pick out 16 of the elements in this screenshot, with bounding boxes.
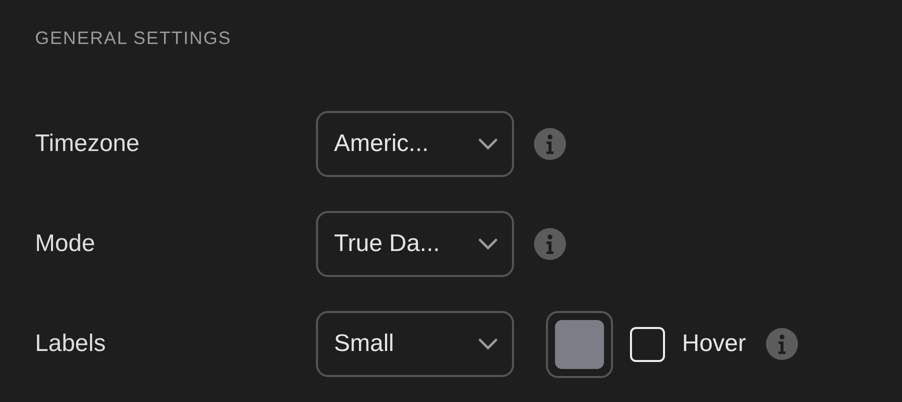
dropdown[interactable]: Americ... — [316, 111, 514, 177]
chevron-icon — [478, 238, 498, 250]
dropdown[interactable]: True Da... — [316, 211, 514, 277]
setting-label: Mode — [35, 229, 96, 259]
section-heading: GENERAL SETTINGS — [35, 27, 232, 50]
chevron-icon — [478, 338, 498, 350]
chevron-icon — [478, 138, 498, 150]
checkbox[interactable] — [630, 326, 665, 362]
info-icon[interactable] — [534, 128, 566, 160]
info-icon[interactable] — [766, 328, 798, 360]
setting-label: Timezone — [35, 129, 140, 159]
info-icon[interactable] — [534, 228, 566, 260]
dropdown[interactable]: Small — [316, 311, 514, 377]
setting-label: Labels — [35, 329, 107, 359]
checkbox-label: Hover — [682, 329, 746, 359]
color-swatch[interactable] — [546, 310, 613, 378]
